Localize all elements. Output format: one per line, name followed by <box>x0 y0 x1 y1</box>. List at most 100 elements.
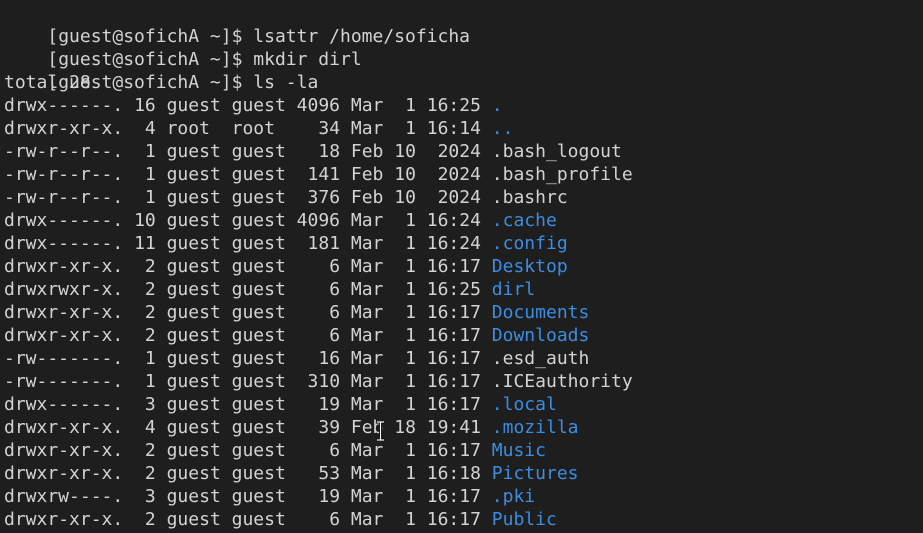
listing-owner: guest <box>166 348 221 369</box>
listing-group: guest <box>231 279 286 300</box>
listing-links: 1 <box>144 348 156 369</box>
file-name: .esd_auth <box>491 348 590 369</box>
listing-group: guest <box>231 210 286 231</box>
command-text: ls -la <box>253 72 319 93</box>
listing-perms: drwxrwxr-x. <box>4 279 124 300</box>
listing-group: guest <box>231 463 286 484</box>
listing-day: 1 <box>405 279 416 300</box>
listing-group: guest <box>231 440 286 461</box>
listing-links: 2 <box>144 440 156 461</box>
listing-owner: guest <box>166 371 221 392</box>
listing-month: Mar <box>350 210 384 231</box>
listing-perms: drwxr-xr-x. <box>4 256 124 277</box>
listing-size: 310 <box>307 371 341 392</box>
file-name: .bash_profile <box>491 164 633 185</box>
listing-perms: drwx------. <box>4 233 124 254</box>
listing-size: 4096 <box>296 210 341 231</box>
file-name: .ICEauthority <box>491 371 633 392</box>
listing-time: 16:17 <box>426 348 481 369</box>
listing-size: 34 <box>318 118 341 139</box>
command-line: [guest@sofichA ~]$ mkdir dirl <box>4 25 361 70</box>
listing-time: 19:41 <box>426 417 481 438</box>
listing-day: 1 <box>405 210 416 231</box>
listing-perms: drwx------. <box>4 394 124 415</box>
listing-time: 16:17 <box>426 325 481 346</box>
listing-size: 19 <box>318 394 341 415</box>
listing-month: Mar <box>350 118 384 139</box>
listing-owner: guest <box>166 463 221 484</box>
listing-size: 6 <box>329 256 341 277</box>
listing-month: Mar <box>350 463 384 484</box>
listing-day: 1 <box>405 394 416 415</box>
listing-group: guest <box>231 325 286 346</box>
listing-time: 16:14 <box>426 118 481 139</box>
listing-month: Feb <box>350 141 384 162</box>
listing-time: 16:17 <box>426 371 481 392</box>
listing-owner: guest <box>166 210 221 231</box>
listing-group: root <box>231 118 275 139</box>
listing-owner: guest <box>166 95 221 116</box>
listing-size: 39 <box>318 417 341 438</box>
listing-day: 1 <box>405 509 416 530</box>
file-name: .bash_logout <box>491 141 622 162</box>
listing-owner: guest <box>166 417 221 438</box>
listing-links: 2 <box>144 509 156 530</box>
listing-size: 16 <box>318 348 341 369</box>
listing-size: 19 <box>318 486 341 507</box>
listing-links: 2 <box>144 256 156 277</box>
listing-day: 1 <box>405 302 416 323</box>
listing-month: Feb <box>350 164 384 185</box>
listing-day: 1 <box>405 233 416 254</box>
directory-name: .local <box>491 394 557 415</box>
listing-month: Mar <box>350 325 384 346</box>
listing-day: 1 <box>405 348 416 369</box>
listing-perms: drwxr-xr-x. <box>4 302 124 323</box>
listing-owner: root <box>166 118 210 139</box>
listing-links: 1 <box>144 371 156 392</box>
listing-time: 16:25 <box>426 95 481 116</box>
listing-day: 1 <box>405 371 416 392</box>
listing-perms: -rw-r--r--. <box>4 164 124 185</box>
listing-day: 1 <box>405 118 416 139</box>
listing-size: 6 <box>329 302 341 323</box>
listing-time: 16:17 <box>426 486 481 507</box>
listing-month: Mar <box>350 348 384 369</box>
listing-links: 1 <box>144 164 156 185</box>
listing-owner: guest <box>166 187 221 208</box>
listing-links: 2 <box>144 279 156 300</box>
listing-links: 4 <box>144 417 156 438</box>
directory-name: .config <box>491 233 568 254</box>
listing-links: 2 <box>144 463 156 484</box>
directory-name: Public <box>491 509 557 530</box>
listing-owner: guest <box>166 440 221 461</box>
listing-month: Feb <box>350 187 384 208</box>
listing-month: Mar <box>350 95 384 116</box>
listing-perms: drwxr-xr-x. <box>4 118 124 139</box>
listing-perms: -rw-------. <box>4 348 124 369</box>
listing-links: 3 <box>144 394 156 415</box>
directory-name: .. <box>491 118 514 139</box>
listing-month: Mar <box>350 279 384 300</box>
file-name: .bashrc <box>491 187 568 208</box>
listing-group: guest <box>231 394 286 415</box>
terminal-window[interactable]: [guest@sofichA ~]$ lsattr /home/soficha … <box>0 0 923 533</box>
listing-owner: guest <box>166 141 221 162</box>
directory-name: .mozilla <box>491 417 579 438</box>
listing-links: 3 <box>144 486 156 507</box>
directory-name: . <box>491 95 503 116</box>
listing-time: 16:17 <box>426 394 481 415</box>
listing-size: 53 <box>318 463 341 484</box>
listing-owner: guest <box>166 325 221 346</box>
listing-perms: drwxr-xr-x. <box>4 463 124 484</box>
command-line: [guest@sofichA ~]$ lsattr /home/soficha <box>4 2 470 47</box>
listing-time: 16:17 <box>426 440 481 461</box>
listing-perms: drwxr-xr-x. <box>4 509 124 530</box>
total-line: total 28 <box>4 72 91 93</box>
listing-group: guest <box>231 371 286 392</box>
listing-time: 2024 <box>437 187 481 208</box>
listing-time: 2024 <box>437 141 481 162</box>
listing-links: 4 <box>144 118 156 139</box>
listing-group: guest <box>231 256 286 277</box>
listing-day: 1 <box>405 325 416 346</box>
directory-name: Downloads <box>491 325 590 346</box>
